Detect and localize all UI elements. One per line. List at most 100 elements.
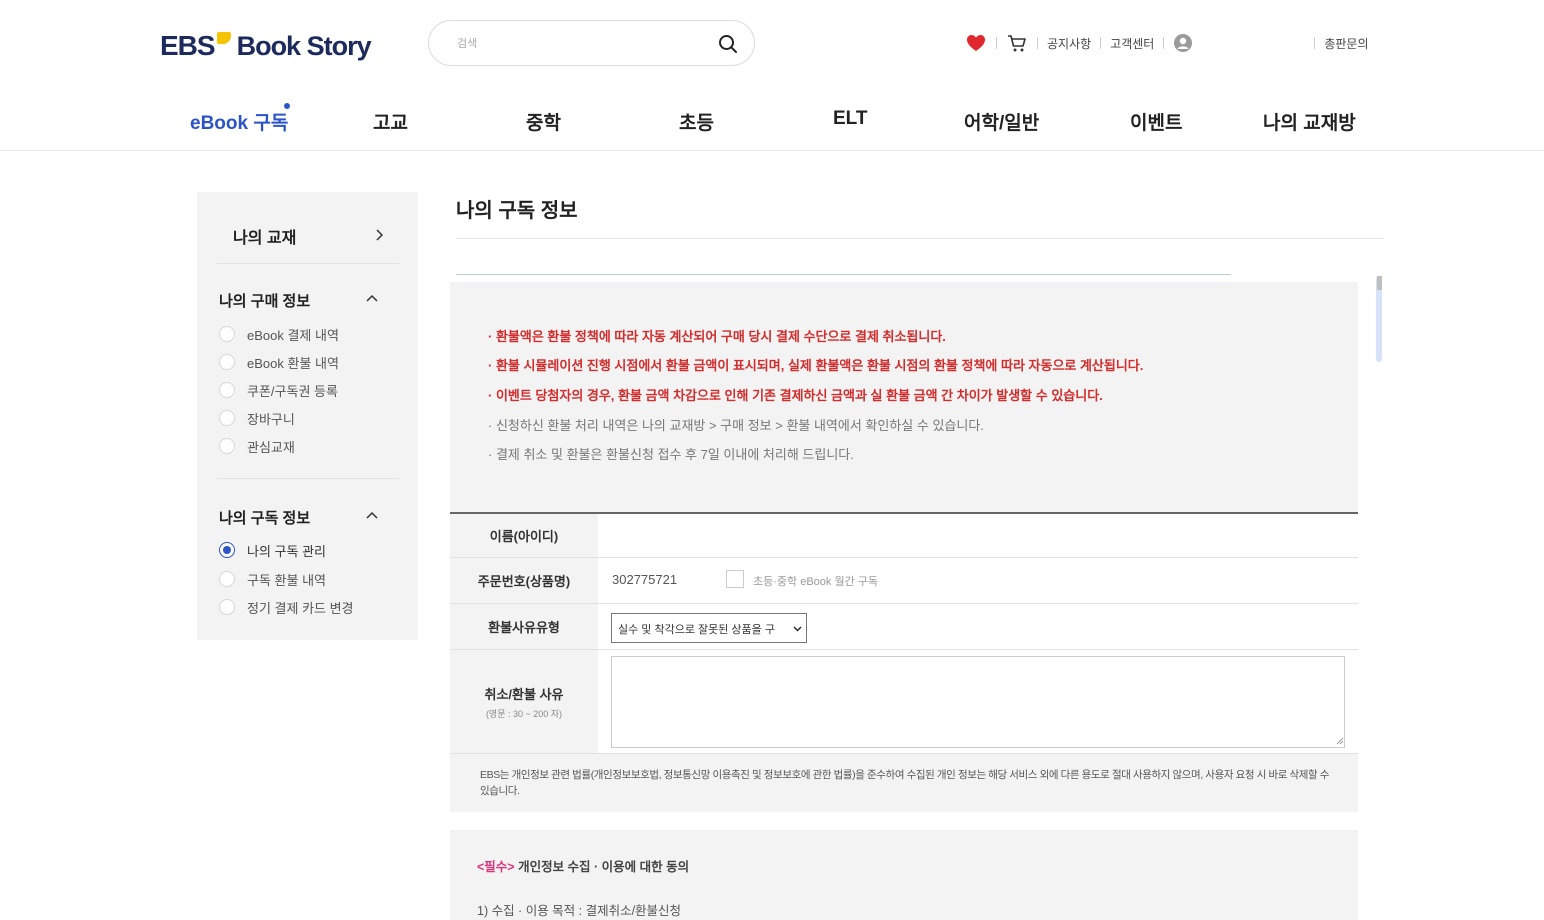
util-divider (996, 37, 997, 49)
page-title: 나의 구독 정보 (456, 200, 578, 222)
sidebar-group-title: 나의 구매 정보 (219, 293, 311, 310)
reason-cell (598, 650, 1358, 753)
nav-high-school[interactable]: 고교 (373, 108, 408, 135)
sidebar-my-textbook[interactable]: 나의 교재 (217, 216, 399, 264)
notice-line: · 결제 취소 및 환불은 환불신청 접수 후 7일 이내에 처리해 드립니다. (488, 447, 854, 462)
util-divider (1037, 37, 1038, 49)
product-checkbox[interactable] (726, 570, 744, 588)
form-label: 이름(아이디) (450, 514, 598, 557)
sidebar-item-my-subscription[interactable]: 나의 구독 관리 (219, 540, 326, 560)
sidebar-my-textbook-label: 나의 교재 (233, 230, 297, 247)
sidebar-group-title: 나의 구독 정보 (219, 510, 311, 527)
main-navigation: eBook 구독 고교 중학 초등 ELT 어학/일반 이벤트 나의 교재방 (0, 88, 1544, 151)
sidebar-item-ebook-payments[interactable]: eBook 결제 내역 (219, 324, 339, 344)
nav-elt[interactable]: ELT (833, 108, 867, 130)
sidebar-item-ebook-refunds[interactable]: eBook 환불 내역 (219, 352, 339, 372)
form-label: 환불사유유형 (450, 604, 598, 649)
reason-label: 취소/환불 사유 (484, 686, 564, 702)
sidebar-item-subscription-refunds[interactable]: 구독 환불 내역 (219, 569, 326, 589)
order-label: 주문번호(상품명) (477, 574, 571, 589)
refund-form: 이름(아이디) 주문번호(상품명) 302775721 초등·중학 eBook … (450, 512, 1358, 754)
sidebar-item-label: 나의 구독 관리 (247, 543, 326, 559)
select-value: 실수 및 착각으로 잘못된 상품을 구 (618, 624, 775, 636)
sidebar-item-label: 정기 결제 카드 변경 (247, 600, 354, 616)
notice-line: · 환불 시뮬레이션 진행 시점에서 환불 금액이 표시되며, 실제 환불액은 … (488, 358, 1144, 373)
reason-type-label: 환불사유유형 (488, 620, 560, 635)
reason-type-cell: 실수 및 착각으로 잘못된 상품을 구 (598, 604, 1358, 649)
search-box (428, 20, 755, 66)
heart-icon[interactable] (965, 32, 987, 54)
sales-inquiry-link[interactable]: 총판문의 (1324, 35, 1368, 52)
form-row-reason-type: 환불사유유형 실수 및 착각으로 잘못된 상품을 구 (450, 604, 1358, 650)
resize-grip-icon[interactable] (1336, 737, 1344, 745)
notice-line: · 이벤트 당첨자의 경우, 환불 금액 차감으로 인해 기존 결제하신 금액과… (488, 388, 1103, 403)
search-input[interactable] (457, 33, 707, 55)
nav-new-dot (284, 103, 290, 109)
sidebar-item-label: 구독 환불 내역 (247, 572, 326, 588)
chevron-down-icon (793, 626, 802, 632)
name-value (598, 514, 1358, 557)
chevron-right-icon (376, 229, 384, 241)
name-label: 이름(아이디) (489, 529, 559, 544)
privacy-note-text: EBS는 개인정보 관련 법률(개인정보보호법, 정보통신망 이용촉진 및 정보… (480, 769, 1330, 797)
header: EBS Book Story 공지사항 고객센터 총판문의 (0, 0, 1544, 88)
util-divider (1163, 37, 1165, 49)
notice-line: · 환불액은 환불 정책에 따라 자동 계산되어 구매 당시 결제 수단으로 결… (488, 329, 946, 344)
form-row-order: 주문번호(상품명) 302775721 초등·중학 eBook 월간 구독 (450, 558, 1358, 604)
radio-button[interactable] (219, 599, 235, 615)
cart-icon[interactable] (1006, 32, 1028, 54)
consent-title: 개인정보 수집 · 이용에 대한 동의 (514, 860, 690, 874)
sidebar: 나의 교재 나의 구매 정보 eBook 결제 내역 eBook 환불 내역 쿠… (197, 192, 418, 640)
notice-line: · 신청하신 환불 처리 내역은 나의 교재방 > 구매 정보 > 환불 내역에… (488, 418, 984, 433)
util-divider (1314, 37, 1316, 49)
required-tag: <필수> (477, 860, 515, 874)
privacy-note: EBS는 개인정보 관련 법률(개인정보보호법, 정보통신망 이용촉진 및 정보… (450, 754, 1358, 812)
user-icon[interactable] (1173, 33, 1193, 53)
notice-link[interactable]: 공지사항 (1047, 35, 1091, 52)
util-divider (1100, 37, 1102, 49)
refund-reason-textarea[interactable] (611, 656, 1345, 748)
sidebar-item-coupon-register[interactable]: 쿠폰/구독권 등록 (219, 380, 338, 400)
title-divider (456, 238, 1384, 239)
nav-middle-school[interactable]: 중학 (526, 108, 561, 135)
sidebar-divider (217, 478, 399, 479)
scrollbar-cap[interactable] (1377, 276, 1382, 290)
refund-notice-box: · 환불액은 환불 정책에 따라 자동 계산되어 구매 당시 결제 수단으로 결… (450, 282, 1358, 512)
radio-button[interactable] (219, 571, 235, 587)
form-label: 취소/환불 사유 (영문 : 30 ~ 200 자) (450, 650, 598, 753)
ebs-bookstory-logo[interactable]: EBS Book Story (160, 24, 372, 64)
refund-reason-type-select[interactable]: 실수 및 착각으로 잘못된 상품을 구 (611, 613, 807, 643)
form-row-name: 이름(아이디) (450, 514, 1358, 558)
nav-ebook-subscription[interactable]: eBook 구독 (190, 108, 288, 135)
reason-hint: (영문 : 30 ~ 200 자) (485, 708, 563, 719)
chevron-up-icon[interactable] (365, 292, 379, 306)
sidebar-item-label: 장바구니 (247, 411, 295, 427)
radio-button[interactable] (219, 410, 235, 426)
radio-button[interactable] (219, 382, 235, 398)
sidebar-item-cart[interactable]: 장바구니 (219, 408, 295, 428)
nav-elementary[interactable]: 초등 (679, 108, 714, 135)
support-link[interactable]: 고객센터 (1110, 35, 1154, 52)
sidebar-item-label: eBook 환불 내역 (247, 355, 339, 371)
nav-language-general[interactable]: 어학/일반 (964, 108, 1039, 135)
logo-bookstory-text: Book Story (236, 31, 372, 61)
sidebar-item-label: 관심교재 (247, 439, 295, 455)
radio-button[interactable] (219, 326, 235, 342)
radio-button[interactable] (219, 438, 235, 454)
radio-button[interactable] (219, 354, 235, 370)
form-label: 주문번호(상품명) (450, 558, 598, 603)
tab-divider (456, 274, 1231, 275)
consent-item: 1) 수집 · 이용 목적 : 결제취소/환불신청 (477, 904, 682, 918)
chevron-up-icon[interactable] (365, 509, 379, 523)
logo-mark-icon (216, 32, 231, 44)
search-icon[interactable] (718, 34, 738, 54)
sidebar-item-label: 쿠폰/구독권 등록 (247, 383, 338, 399)
sidebar-item-label: eBook 결제 내역 (247, 327, 339, 343)
sidebar-item-wishlist[interactable]: 관심교재 (219, 436, 295, 456)
radio-button-selected[interactable] (219, 542, 235, 558)
sidebar-item-change-card[interactable]: 정기 결제 카드 변경 (219, 597, 354, 617)
nav-event[interactable]: 이벤트 (1130, 108, 1182, 135)
nav-my-textbook-room[interactable]: 나의 교재방 (1263, 108, 1356, 135)
utility-menu: 공지사항 고객센터 총판문의 (965, 32, 1369, 54)
order-number: 302775721 (612, 572, 678, 587)
